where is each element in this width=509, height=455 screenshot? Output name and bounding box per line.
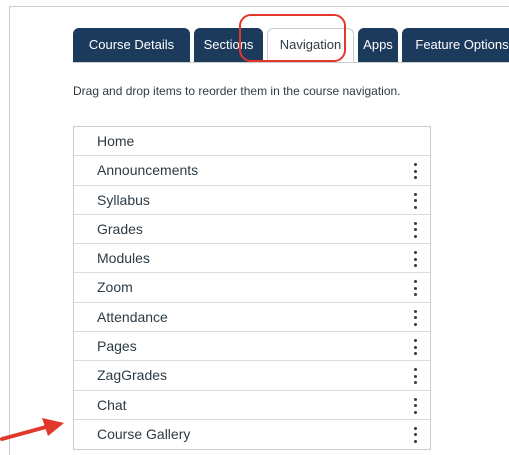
kebab-menu-icon[interactable] <box>412 339 418 356</box>
settings-panel: Course Details Sections Navigation Apps … <box>9 6 509 455</box>
nav-item-announcements[interactable]: Announcements <box>74 156 430 186</box>
nav-item-course-gallery[interactable]: Course Gallery <box>74 420 430 449</box>
nav-item-label: Attendance <box>97 308 168 325</box>
kebab-menu-icon[interactable] <box>412 426 418 443</box>
nav-item-chat[interactable]: Chat <box>74 391 430 420</box>
nav-item-label: Announcements <box>97 162 199 179</box>
nav-item-label: Syllabus <box>97 191 150 208</box>
kebab-menu-icon[interactable] <box>412 280 418 297</box>
tab-apps[interactable]: Apps <box>358 28 398 62</box>
kebab-menu-icon[interactable] <box>412 221 418 238</box>
nav-item-zoom[interactable]: Zoom <box>74 273 430 303</box>
nav-item-label: Modules <box>97 250 150 267</box>
kebab-menu-icon[interactable] <box>412 309 418 326</box>
nav-item-label: Home <box>97 133 135 149</box>
nav-item-label: Course Gallery <box>97 425 191 442</box>
course-navigation-list: Home Announcements Syllabus Grades Modul… <box>73 126 431 451</box>
kebab-menu-icon[interactable] <box>412 397 418 414</box>
nav-item-pages[interactable]: Pages <box>74 332 430 362</box>
nav-item-home[interactable]: Home <box>74 127 430 157</box>
kebab-menu-icon[interactable] <box>412 163 418 180</box>
tab-feature-options[interactable]: Feature Options <box>402 28 509 62</box>
nav-item-label: Pages <box>97 338 137 355</box>
tab-divider <box>73 62 509 63</box>
nav-item-zaggrades[interactable]: ZagGrades <box>74 361 430 391</box>
nav-item-attendance[interactable]: Attendance <box>74 303 430 333</box>
red-arrow-icon <box>0 418 64 441</box>
nav-item-label: Grades <box>97 220 143 237</box>
nav-item-modules[interactable]: Modules <box>74 244 430 274</box>
nav-item-label: ZagGrades <box>97 367 168 384</box>
tab-course-details[interactable]: Course Details <box>73 28 190 62</box>
nav-item-label: Chat <box>97 396 127 413</box>
nav-item-grades[interactable]: Grades <box>74 215 430 245</box>
navigation-tab-highlight <box>239 14 346 62</box>
kebab-menu-icon[interactable] <box>412 368 418 385</box>
nav-item-syllabus[interactable]: Syllabus <box>74 186 430 215</box>
nav-item-label: Zoom <box>97 279 133 296</box>
instructions-text: Drag and drop items to reorder them in t… <box>73 84 401 98</box>
kebab-menu-icon[interactable] <box>412 251 418 268</box>
kebab-menu-icon[interactable] <box>412 192 418 209</box>
